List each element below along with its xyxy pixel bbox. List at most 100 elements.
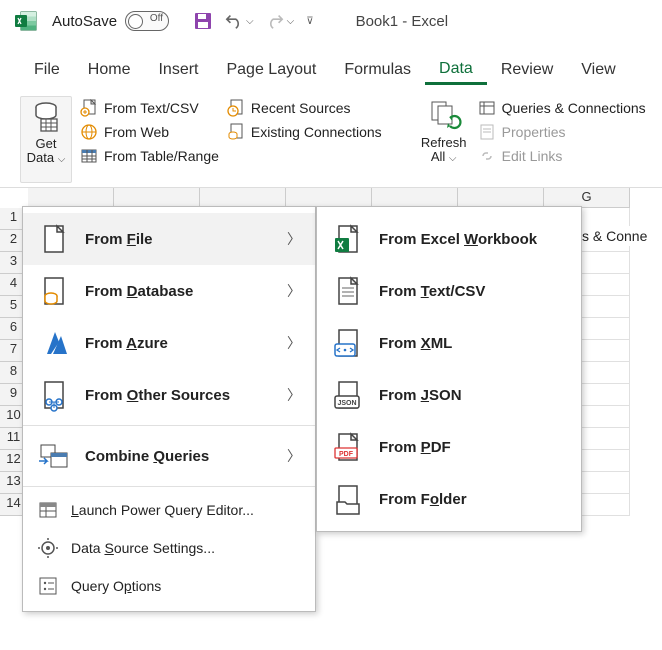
redo-button[interactable]: ⌵ — [266, 12, 295, 30]
quick-access-toolbar: ⌵ ⌵ ⊽ — [193, 11, 314, 31]
col-header[interactable] — [114, 188, 200, 208]
file-icon — [37, 222, 71, 256]
chevron-down-icon: ⊽ — [306, 16, 313, 27]
menu-query-options[interactable]: Query Options — [23, 567, 315, 605]
menu-label: From Folder — [379, 491, 467, 508]
queries-icon — [478, 99, 496, 117]
tab-page-layout[interactable]: Page Layout — [212, 57, 330, 83]
chevron-right-icon: 〉 — [287, 229, 301, 249]
tab-review[interactable]: Review — [487, 57, 567, 83]
text-file-icon — [331, 274, 365, 308]
from-text-csv-button[interactable]: From Text/CSV — [80, 98, 219, 118]
save-icon — [193, 11, 213, 31]
svg-text:JSON: JSON — [337, 400, 356, 407]
menu-from-file[interactable]: From File 〉 — [23, 213, 315, 265]
get-data-button[interactable]: GetData ⌵ — [20, 96, 72, 183]
text-csv-icon — [80, 99, 98, 117]
ribbon: GetData ⌵ From Text/CSV From Web From Ta… — [0, 90, 662, 188]
get-data-icon — [28, 99, 64, 135]
autosave-control[interactable]: AutoSave Off — [52, 11, 169, 31]
power-query-icon — [37, 499, 59, 521]
col-header[interactable] — [286, 188, 372, 208]
chevron-right-icon: 〉 — [287, 333, 301, 353]
menu-from-pdf[interactable]: PDF From PDF — [317, 421, 581, 473]
menu-from-database[interactable]: From Database 〉 — [23, 265, 315, 317]
recent-icon — [227, 99, 245, 117]
undo-icon — [225, 12, 243, 30]
undo-button[interactable]: ⌵ — [225, 12, 254, 30]
qat-customize[interactable]: ⊽ — [306, 16, 313, 27]
menu-from-folder[interactable]: From Folder — [317, 473, 581, 525]
tab-formulas[interactable]: Formulas — [330, 57, 425, 83]
menu-from-excel-workbook[interactable]: From Excel Workbook — [317, 213, 581, 265]
properties-icon — [478, 123, 496, 141]
properties-button: Properties — [478, 122, 646, 142]
table-icon — [80, 147, 98, 165]
excel-file-icon — [331, 222, 365, 256]
save-button[interactable] — [193, 11, 213, 31]
svg-text:PDF: PDF — [339, 451, 354, 458]
menu-from-xml[interactable]: From XML — [317, 317, 581, 369]
excel-logo-icon — [14, 9, 38, 33]
redo-icon — [266, 12, 284, 30]
chevron-right-icon: 〉 — [287, 446, 301, 466]
web-icon — [80, 123, 98, 141]
menu-from-azure[interactable]: From Azure 〉 — [23, 317, 315, 369]
menu-combine-queries[interactable]: Combine Queries 〉 — [23, 430, 315, 482]
menu-label: From XML — [379, 335, 452, 352]
refresh-icon — [426, 98, 462, 134]
document-title: Book1 - Excel — [356, 13, 449, 30]
column-headers: G — [28, 188, 662, 208]
menu-label: From Excel Workbook — [379, 231, 537, 248]
existing-connections-button[interactable]: Existing Connections — [227, 122, 382, 142]
from-web-button[interactable]: From Web — [80, 122, 219, 142]
tab-data[interactable]: Data — [425, 56, 487, 85]
other-sources-icon — [37, 378, 71, 412]
col-header-g[interactable]: G — [544, 188, 630, 208]
menu-label: From PDF — [379, 439, 451, 456]
azure-icon — [37, 326, 71, 360]
menu-label: From File — [85, 231, 153, 248]
combine-icon — [37, 439, 71, 473]
tab-file[interactable]: File — [20, 57, 74, 83]
menu-from-text-csv[interactable]: From Text/CSV — [317, 265, 581, 317]
menu-label: Query Options — [71, 578, 161, 594]
options-icon — [37, 575, 59, 597]
menu-label: From Database — [85, 283, 193, 300]
tab-view[interactable]: View — [567, 57, 629, 83]
col-header[interactable] — [372, 188, 458, 208]
menu-label: Launch Power Query Editor... — [71, 502, 254, 518]
from-table-range-button[interactable]: From Table/Range — [80, 146, 219, 166]
col-header[interactable] — [28, 188, 114, 208]
recent-sources-button[interactable]: Recent Sources — [227, 98, 382, 118]
col-header[interactable] — [200, 188, 286, 208]
queries-connections-button[interactable]: Queries & Connections — [478, 98, 646, 118]
menu-data-source-settings[interactable]: Data Source Settings... — [23, 529, 315, 567]
refresh-all-button[interactable]: RefreshAll ⌵ — [418, 96, 470, 183]
menu-from-other-sources[interactable]: From Other Sources 〉 — [23, 369, 315, 421]
folder-file-icon — [331, 482, 365, 516]
menu-launch-power-query[interactable]: Launch Power Query Editor... — [23, 491, 315, 529]
tab-insert[interactable]: Insert — [144, 57, 212, 83]
get-data-menu: From File 〉 From Database 〉 From Azure 〉… — [22, 206, 316, 612]
links-icon — [478, 147, 496, 165]
edit-links-button: Edit Links — [478, 146, 646, 166]
chevron-right-icon: 〉 — [287, 281, 301, 301]
menu-label: From JSON — [379, 387, 462, 404]
chevron-down-icon: ⌵ — [287, 16, 295, 27]
autosave-toggle[interactable]: Off — [125, 11, 169, 31]
ribbon-tabs: File Home Insert Page Layout Formulas Da… — [0, 54, 662, 86]
tab-home[interactable]: Home — [74, 57, 145, 83]
menu-from-json[interactable]: JSON From JSON — [317, 369, 581, 421]
json-file-icon: JSON — [331, 378, 365, 412]
queries-pane-label-fragment: s & Conne — [582, 226, 647, 246]
group-get-transform: GetData ⌵ From Text/CSV From Web From Ta… — [20, 96, 398, 183]
autosave-label: AutoSave — [52, 13, 117, 30]
menu-label: From Text/CSV — [379, 283, 485, 300]
menu-label: Data Source Settings... — [71, 540, 215, 556]
database-icon — [37, 274, 71, 308]
connections-icon — [227, 123, 245, 141]
col-header[interactable] — [458, 188, 544, 208]
settings-icon — [37, 537, 59, 559]
title-bar: AutoSave Off ⌵ ⌵ ⊽ Book1 - Excel — [0, 0, 662, 42]
